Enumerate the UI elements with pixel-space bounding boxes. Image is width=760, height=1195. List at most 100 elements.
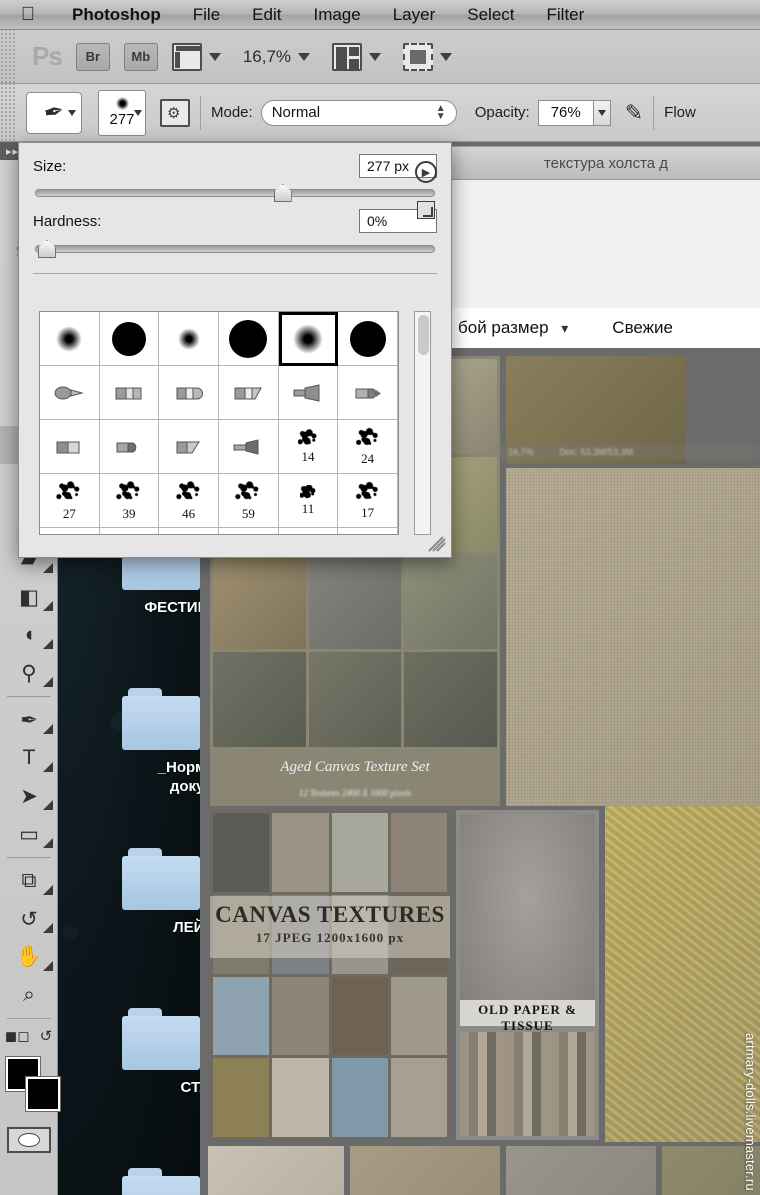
thumbnail-canvas-textures[interactable]: CANVAS TEXTURES 17 JPEG 1200x1600 px: [210, 810, 450, 1140]
view-extras-chevron-icon[interactable]: [208, 52, 221, 61]
view-extras-icon[interactable]: [171, 42, 202, 71]
brush-preset-cell[interactable]: [40, 420, 100, 474]
brush-tool-icon[interactable]: ✒: [26, 91, 82, 134]
zoom-level-chevron-icon[interactable]: [298, 52, 311, 61]
default-colors-icon[interactable]: ◼◻: [5, 1027, 30, 1045]
brush-preset-cell[interactable]: 27: [40, 474, 100, 528]
brush-preset-cell[interactable]: [159, 420, 219, 474]
vertical-scrollbar[interactable]: [414, 311, 431, 535]
filter-fresh[interactable]: Свежие: [612, 318, 673, 338]
new-preset-icon[interactable]: [417, 201, 435, 219]
resize-grip-icon[interactable]: [426, 535, 446, 553]
hand-tool-icon[interactable]: ✋: [0, 938, 58, 976]
brush-preset-cell[interactable]: [219, 528, 279, 534]
brush-preset-cell[interactable]: [40, 528, 100, 534]
browser-title: текстура холста д: [452, 146, 760, 180]
opacity-input[interactable]: 76%: [537, 99, 594, 126]
brush-preset-cell[interactable]: [99, 312, 160, 366]
panel-menu-icon[interactable]: ▶: [415, 161, 437, 183]
thumbnail-grey-texture[interactable]: [506, 1146, 656, 1195]
thumbnail-beige-texture[interactable]: [350, 1146, 500, 1195]
apple-logo-icon[interactable]: : [0, 4, 56, 26]
status-zoom: 16,7%: [508, 447, 534, 457]
brush-preset-cell[interactable]: [99, 528, 160, 534]
rectangle-tool-icon[interactable]: ▭: [0, 815, 58, 853]
brush-preset-cell[interactable]: 11: [278, 474, 339, 528]
optionsbar-grip[interactable]: [0, 84, 16, 141]
menu-item-select[interactable]: Select: [451, 5, 530, 25]
arrange-documents-icon[interactable]: [332, 42, 363, 71]
desktop-folder[interactable]: ЛЕЙБЛЫ: [60, 840, 240, 1000]
screen-mode-chevron-icon[interactable]: [440, 52, 453, 61]
brush-preset-cell[interactable]: [219, 312, 279, 366]
pen-tool-icon[interactable]: ✒: [0, 701, 58, 739]
quick-mask-icon[interactable]: [6, 1127, 51, 1153]
mini-bridge-button[interactable]: Mb: [123, 42, 158, 71]
brush-preset-cell[interactable]: 59: [219, 474, 279, 528]
brush-preset-cell[interactable]: [159, 528, 219, 534]
brush-preset-cell[interactable]: [278, 366, 339, 420]
opacity-stepper[interactable]: [593, 99, 611, 126]
swap-colors-icon[interactable]: ↺: [40, 1027, 53, 1045]
brush-preset-cell[interactable]: [99, 420, 160, 474]
arrange-documents-chevron-icon[interactable]: [369, 52, 382, 61]
brush-preset-cell[interactable]: 14: [278, 420, 339, 474]
screen-mode-icon[interactable]: [403, 42, 434, 71]
brush-preset-cell[interactable]: 39: [99, 474, 160, 528]
bridge-button[interactable]: Br: [75, 42, 110, 71]
size-slider[interactable]: [35, 184, 435, 202]
thumbnail-yellow-plaster-texture[interactable]: [605, 806, 760, 1142]
airbrush-icon[interactable]: ✎: [625, 100, 643, 126]
thumbnail-linen-canvas-texture[interactable]: [506, 468, 760, 806]
dodge-tool-icon[interactable]: ⚲: [0, 654, 58, 692]
scrollbar-thumb[interactable]: [418, 315, 429, 355]
blend-mode-select[interactable]: Normal ▲ ▼: [260, 99, 457, 126]
thumbnail-floral-texture[interactable]: [208, 1146, 344, 1195]
brush-preset-cell[interactable]: 17: [338, 474, 398, 528]
brush-preset-cell[interactable]: [278, 528, 339, 534]
tools-divider: [6, 1018, 51, 1019]
zoom-tool-icon[interactable]: ⌕: [0, 976, 58, 1014]
brush-preset-cell[interactable]: [40, 366, 100, 420]
filter-size[interactable]: бой размер ▾: [458, 318, 568, 338]
zoom-level-value[interactable]: 16,7%: [243, 47, 291, 67]
menu-item-photoshop[interactable]: Photoshop: [56, 5, 177, 25]
brush-preset-grid[interactable]: 14 24 27 39 46 59 11 17: [39, 311, 399, 535]
desktop-folder-column: ФЕСТИВАЛЬ 15_Норматив документЛЕЙБЛЫСТАТ…: [60, 520, 240, 1195]
document-status-bar: 16,7% Doc: 53,3M/53,3M: [500, 444, 760, 460]
brush-preset-cell[interactable]: [219, 420, 279, 474]
brush-preset-cell[interactable]: [278, 312, 339, 366]
thumbnail-old-paper-and-tissue[interactable]: OLD PAPER & TISSUE: [456, 810, 599, 1140]
thumbnail-title: Aged Canvas Texture Set: [280, 759, 430, 775]
brush-panel-toggle-icon[interactable]: ⚙: [160, 98, 190, 127]
3d-object-rotate-tool-icon[interactable]: ⧉: [0, 862, 58, 900]
3d-camera-rotate-tool-icon[interactable]: ↺: [0, 900, 58, 938]
brush-preset-cell[interactable]: [338, 312, 398, 366]
brush-preset-cell[interactable]: [40, 312, 100, 366]
brush-preset-cell[interactable]: [159, 366, 219, 420]
menu-item-image[interactable]: Image: [297, 5, 376, 25]
brush-preset-cell[interactable]: 46: [159, 474, 219, 528]
brush-preset-cell[interactable]: [159, 312, 219, 366]
brush-preset-cell[interactable]: [338, 528, 398, 534]
menu-item-file[interactable]: File: [177, 5, 236, 25]
menu-item-filter[interactable]: Filter: [531, 5, 601, 25]
type-tool-icon[interactable]: T: [0, 739, 58, 777]
background-color-swatch[interactable]: [26, 1077, 60, 1111]
desktop-folder[interactable]: СТАТЬИ: [60, 1000, 240, 1160]
hardness-slider[interactable]: [35, 240, 435, 258]
menu-item-edit[interactable]: Edit: [236, 5, 297, 25]
menu-item-layer[interactable]: Layer: [377, 5, 452, 25]
blur-tool-icon[interactable]: ◖: [0, 616, 58, 654]
hardness-label: Hardness:: [33, 212, 102, 230]
path-selection-tool-icon[interactable]: ➤: [0, 777, 58, 815]
desktop-folder[interactable]: [60, 1160, 200, 1195]
brush-preset-picker[interactable]: 277: [98, 89, 146, 136]
brush-preset-cell[interactable]: 24: [338, 420, 398, 474]
brush-preset-cell[interactable]: [219, 366, 279, 420]
appbar-grip[interactable]: [0, 30, 16, 83]
brush-preset-cell[interactable]: [338, 366, 398, 420]
desktop-folder[interactable]: _Норматив документ: [60, 680, 240, 840]
gradient-tool-icon[interactable]: ◧: [0, 578, 58, 616]
brush-preset-cell[interactable]: [99, 366, 160, 420]
